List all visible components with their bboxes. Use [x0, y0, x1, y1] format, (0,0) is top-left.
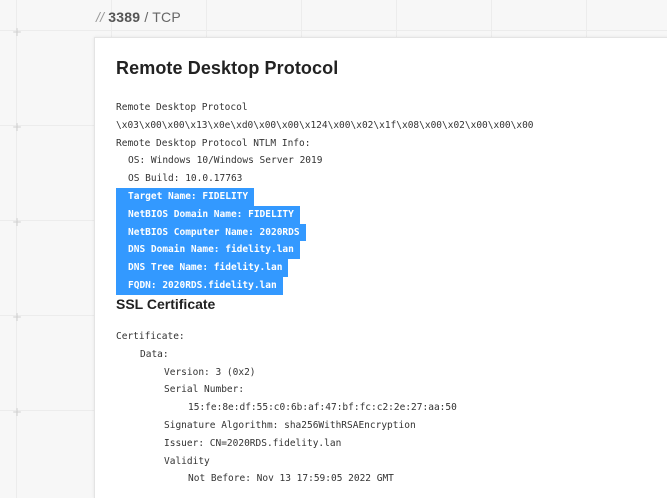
service-banner[interactable]: Remote Desktop Protocol \x03\x00\x00\x13\…: [116, 99, 534, 295]
certificate-line-text: Version: 3 (0x2): [164, 366, 256, 378]
port-number: 3389: [108, 9, 141, 25]
banner-line-text: \x03\x00\x00\x13\x0e\xd0\x00\x00\x124\x0…: [116, 119, 534, 131]
ssl-certificate-title: SSL Certificate: [116, 296, 216, 312]
banner-line-text: OS Build: 10.0.17763: [128, 173, 243, 185]
ssl-certificate-text[interactable]: Certificate: Data: Version: 3 (0x2) Serial …: [116, 328, 457, 488]
page: { "header": { "slashes": "//", "port": "…: [0, 0, 667, 498]
banner-line-text-selected: Target Name: FIDELITY: [116, 187, 255, 206]
grid-cross-icon: +: [12, 310, 23, 324]
service-card: Remote Desktop Protocol Remote Desktop P…: [94, 37, 667, 498]
certificate-line-text: Certificate:: [116, 331, 185, 342]
certificate-line: Validity: [116, 453, 457, 471]
banner-line-text-selected: NetBIOS Domain Name: FIDELITY: [116, 205, 300, 224]
certificate-line: Issuer: CN=2020RDS.fidelity.lan: [116, 435, 457, 453]
certificate-line: Certificate:: [116, 328, 457, 346]
banner-line: \x03\x00\x00\x13\x0e\xd0\x00\x00\x124\x0…: [116, 117, 534, 135]
banner-line: OS: Windows 10/Windows Server 2019: [116, 152, 534, 170]
certificate-line: Serial Number:: [116, 381, 457, 399]
grid-cross-icon: +: [12, 120, 23, 134]
banner-line-text-selected: DNS Domain Name: fidelity.lan: [116, 241, 300, 260]
grid-cross-icon: +: [12, 25, 23, 39]
banner-line: FQDN: 2020RDS.fidelity.lan: [116, 276, 534, 295]
certificate-line-text: Signature Algorithm: sha256WithRSAEncryp…: [164, 419, 416, 431]
certificate-line: Data:: [116, 346, 457, 364]
certificate-line: Version: 3 (0x2): [116, 364, 457, 382]
banner-line: Remote Desktop Protocol NTLM Info:: [116, 135, 534, 153]
port-protocol: TCP: [152, 9, 181, 25]
banner-line-text-selected: DNS Tree Name: fidelity.lan: [116, 259, 289, 277]
banner-line: DNS Domain Name: fidelity.lan: [116, 241, 534, 260]
banner-line: DNS Tree Name: fidelity.lan: [116, 259, 534, 277]
certificate-line-text: Data:: [140, 348, 169, 360]
banner-line-text-selected: FQDN: 2020RDS.fidelity.lan: [116, 276, 283, 295]
certificate-line-text: Issuer: CN=2020RDS.fidelity.lan: [164, 437, 342, 449]
port-header-separator: /: [144, 9, 149, 25]
certificate-line-text: 15:fe:8e:df:55:c0:6b:af:47:bf:fc:c2:2e:2…: [188, 402, 457, 414]
grid-cross-icon: +: [12, 405, 23, 419]
banner-line-text: OS: Windows 10/Windows Server 2019: [128, 155, 323, 167]
certificate-line-text: Not Before: Nov 13 17:59:05 2022 GMT: [188, 473, 394, 485]
banner-line: NetBIOS Domain Name: FIDELITY: [116, 205, 534, 224]
banner-line-text: Remote Desktop Protocol: [116, 102, 248, 113]
port-header-slashes: //: [96, 9, 105, 25]
certificate-line-text: Serial Number:: [164, 384, 245, 396]
certificate-line: Signature Algorithm: sha256WithRSAEncryp…: [116, 417, 457, 435]
banner-line: Target Name: FIDELITY: [116, 187, 534, 206]
certificate-line: Not Before: Nov 13 17:59:05 2022 GMT: [116, 470, 457, 488]
banner-line: OS Build: 10.0.17763: [116, 170, 534, 188]
certificate-line-text: Validity: [164, 455, 210, 467]
port-header: // 3389 / TCP: [96, 9, 181, 25]
certificate-line: 15:fe:8e:df:55:c0:6b:af:47:bf:fc:c2:2e:2…: [116, 399, 457, 417]
service-title: Remote Desktop Protocol: [116, 58, 339, 78]
banner-line-text: Remote Desktop Protocol NTLM Info:: [116, 137, 311, 149]
banner-line: Remote Desktop Protocol: [116, 99, 534, 117]
banner-line-text-selected: NetBIOS Computer Name: 2020RDS: [116, 223, 306, 242]
grid-cross-icon: +: [12, 215, 23, 229]
banner-line: NetBIOS Computer Name: 2020RDS: [116, 223, 534, 242]
